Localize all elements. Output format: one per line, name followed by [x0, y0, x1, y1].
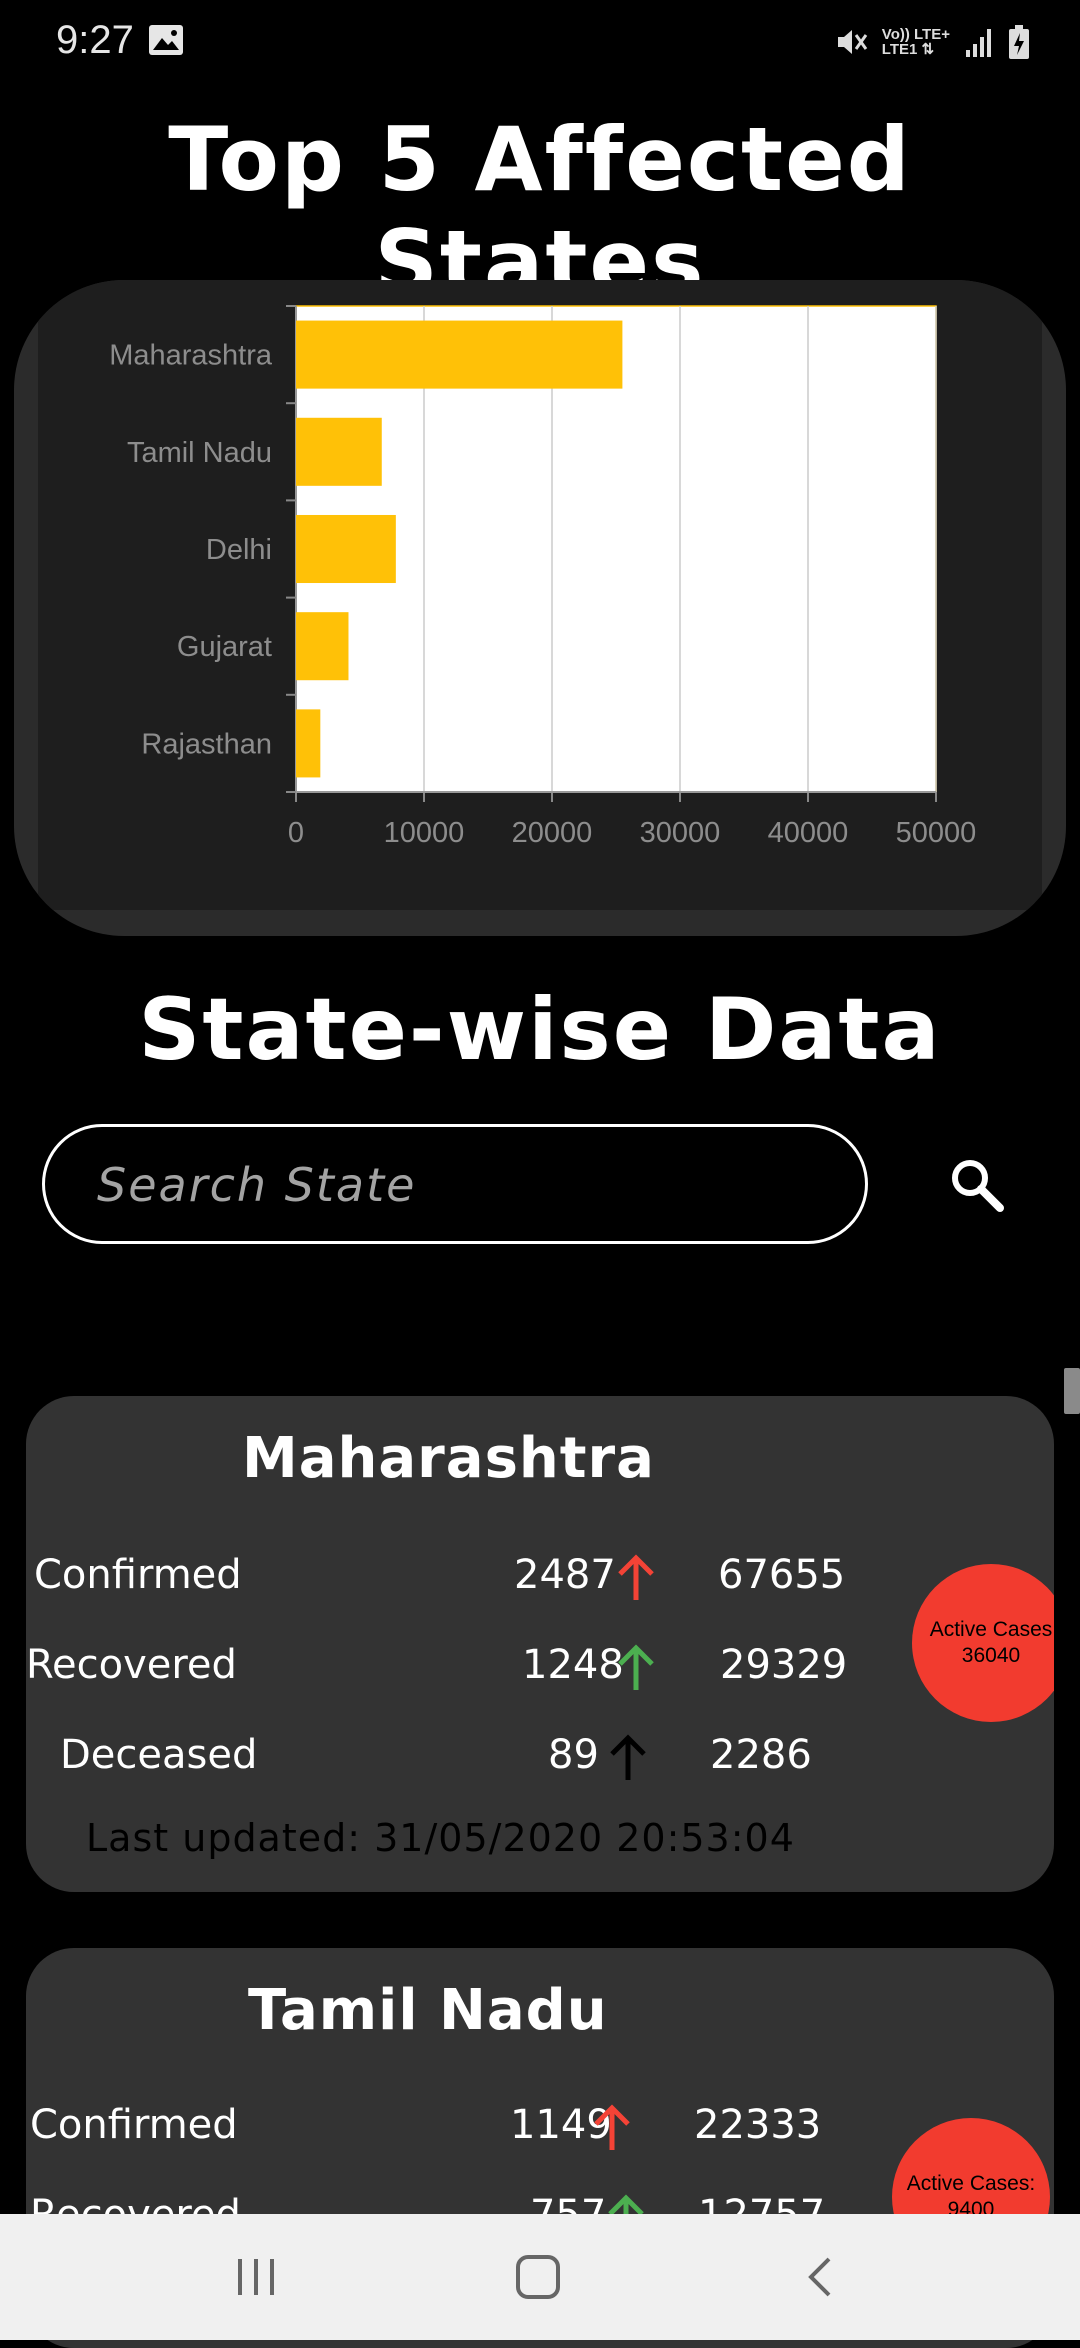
chart-x-tick-label: 0 [288, 817, 304, 849]
arrow-up-red-icon [618, 1554, 654, 1600]
top-states-chart-card: 0 10000 20000 30000 40000 50000 Maharashtra Tam… [14, 280, 1066, 936]
confirmed-delta: 2487 [514, 1552, 616, 1598]
last-updated: Last updated: 31/05/2020 20:53:04 [86, 1816, 795, 1860]
active-cases-badge: Active Cases 36040 [912, 1564, 1054, 1722]
chart-x-tick-label: 40000 [768, 817, 849, 849]
status-bar: 9:27 Vo)) LTE+ LTE1 ⇅ [0, 0, 1080, 84]
recovered-label: Recovered [26, 1642, 237, 1688]
active-cases-label: Active Cases [929, 1618, 1053, 1641]
status-time: 9:27 [56, 18, 134, 62]
chart-bar [296, 417, 382, 486]
status-right-group: Vo)) LTE+ LTE1 ⇅ [834, 18, 1030, 66]
chart-category-label: Maharashtra [109, 340, 273, 372]
search-field[interactable] [42, 1124, 868, 1244]
chart-category-label: Delhi [206, 534, 272, 566]
chart-bar [296, 709, 321, 778]
chart-x-tick-label: 50000 [896, 817, 977, 849]
network-type-top: Vo)) LTE+ [881, 26, 950, 43]
state-name: Tamil Nadu [248, 1978, 608, 2043]
recent-apps-button[interactable] [216, 2244, 296, 2310]
statewise-title: State-wise Data [138, 980, 942, 1080]
chart-category-label: Rajasthan [141, 728, 272, 760]
confirmed-label: Confirmed [30, 2102, 238, 2148]
search-input[interactable] [95, 1127, 819, 1243]
recovered-delta: 1248 [522, 1642, 624, 1688]
mute-icon [837, 30, 868, 54]
chart-x-tick-label: 10000 [384, 817, 465, 849]
state-card-maharashtra[interactable]: Maharashtra Confirmed 2487 67655 Recover… [26, 1396, 1054, 1892]
confirmed-label: Confirmed [34, 1552, 242, 1598]
home-icon [516, 2255, 560, 2299]
gallery-notification-icon [149, 25, 183, 55]
chart-x-tick-label: 30000 [640, 817, 721, 849]
active-cases-value: 36040 [961, 1644, 1021, 1667]
arrow-up-green-icon [618, 1644, 654, 1690]
search-icon[interactable] [944, 1152, 1010, 1218]
chart-bar [296, 320, 623, 389]
chart-category-label: Gujarat [177, 631, 272, 663]
signal-icon [966, 29, 991, 57]
recent-apps-icon [238, 2259, 274, 2295]
arrow-up-red-icon [594, 2104, 630, 2150]
deceased-label: Deceased [60, 1732, 258, 1778]
state-name: Maharashtra [242, 1426, 655, 1491]
network-type: Vo)) LTE+ LTE1 ⇅ [882, 27, 950, 57]
battery-charging-icon [1009, 25, 1029, 59]
network-type-bottom: LTE1 ⇅ [881, 41, 935, 58]
top-states-bar-chart: 0 10000 20000 30000 40000 50000 Maharashtra Tam… [38, 280, 1042, 910]
scrollbar-thumb[interactable] [1064, 1368, 1080, 1414]
confirmed-total: 67655 [718, 1552, 846, 1598]
home-button[interactable] [498, 2244, 578, 2310]
back-icon [808, 2257, 831, 2297]
confirmed-total: 22333 [694, 2102, 822, 2148]
chart-x-tick-label: 20000 [512, 817, 593, 849]
system-navigation-bar [0, 2214, 1080, 2340]
chart-bar [296, 612, 349, 681]
deceased-delta: 89 [548, 1732, 599, 1778]
recovered-total: 29329 [720, 1642, 848, 1688]
chart-bar [296, 514, 396, 584]
active-cases-label: Active Cases: [906, 2172, 1036, 2195]
arrow-up-black-icon [610, 1734, 646, 1780]
back-button[interactable] [780, 2244, 860, 2310]
deceased-total: 2286 [710, 1732, 812, 1778]
chart-category-label: Tamil Nadu [127, 437, 272, 469]
